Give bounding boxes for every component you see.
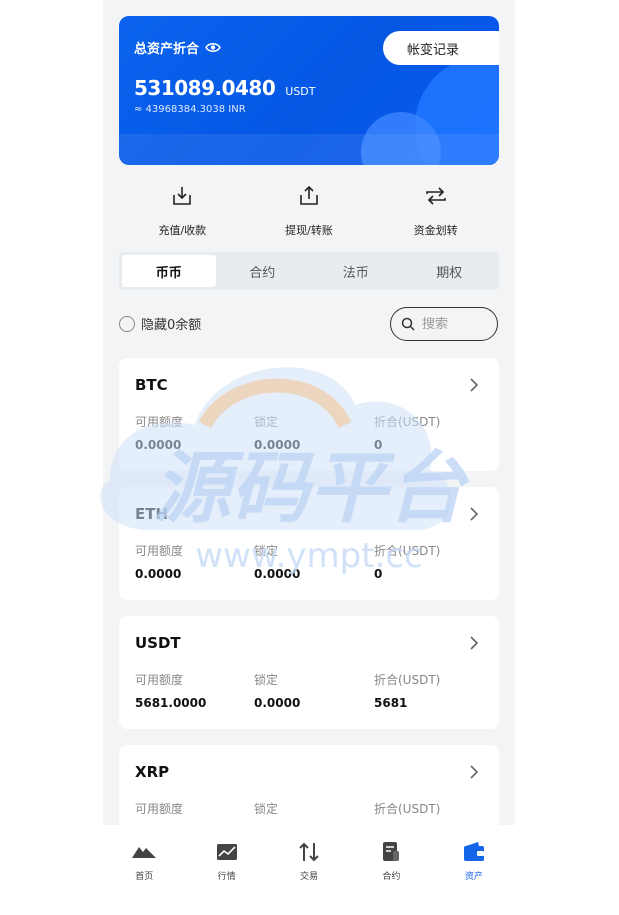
locked-value: 0.0000 xyxy=(254,438,301,452)
download-icon xyxy=(173,187,192,205)
deposit-action[interactable]: 充值/收款 xyxy=(127,180,237,240)
available-value: 0.0000 xyxy=(135,438,182,452)
amount-unit: USDT xyxy=(285,85,316,98)
asset-title-label: 总资产折合 xyxy=(134,42,200,57)
transfer-label: 资金划转 xyxy=(413,224,458,237)
tab-contract[interactable]: 合约 xyxy=(216,255,310,287)
locked-column: 锁定 0.0000 xyxy=(254,671,300,710)
eye-icon[interactable] xyxy=(205,42,221,53)
swap-icon xyxy=(299,842,319,862)
nav-trade[interactable]: 交易 xyxy=(268,825,350,915)
available-column: 可用额度 xyxy=(135,800,183,825)
available-column: 可用额度 0.0000 xyxy=(135,413,183,452)
chevron-right-icon[interactable] xyxy=(468,378,480,392)
coin-card-btc[interactable]: BTC 可用额度 0.0000 锁定 0.0000 折合(USDT) 0 xyxy=(119,358,499,471)
transaction-record-button[interactable]: 帐变记录 xyxy=(383,31,499,65)
quick-actions: 充值/收款 提现/转账 资金划转 xyxy=(119,180,499,240)
chevron-right-icon[interactable] xyxy=(468,507,480,521)
nav-assets[interactable]: 资产 xyxy=(433,825,515,915)
locked-column: 锁定 0.0000 xyxy=(254,413,300,452)
locked-label: 锁定 xyxy=(254,415,279,429)
locked-column: 锁定 xyxy=(254,800,278,825)
nav-market-label: 行情 xyxy=(217,872,236,882)
usdt-value: 0 xyxy=(374,567,383,581)
bottom-navigation: 首页 行情 交易 合约 资产 xyxy=(103,825,515,915)
tab-options[interactable]: 期权 xyxy=(403,255,497,287)
withdraw-action[interactable]: 提现/转账 xyxy=(254,180,364,240)
card-decoration xyxy=(119,134,499,165)
usdt-value-column: 折合(USDT) 5681 xyxy=(374,671,440,710)
hide-zero-label: 隐藏0余额 xyxy=(141,318,202,333)
available-label: 可用额度 xyxy=(135,673,184,687)
usdt-value-column: 折合(USDT) 0 xyxy=(374,542,440,581)
coin-name: XRP xyxy=(135,763,170,781)
usdt-value-column: 折合(USDT) 0 xyxy=(374,413,440,452)
tab-fiat[interactable]: 法币 xyxy=(309,255,403,287)
coin-name: BTC xyxy=(135,376,168,394)
locked-column: 锁定 0.0000 xyxy=(254,542,300,581)
mountain-icon xyxy=(132,847,157,858)
hide-zero-toggle[interactable]: 隐藏0余额 xyxy=(119,314,201,333)
available-value: 5681.0000 xyxy=(135,696,207,710)
nav-trade-label: 交易 xyxy=(300,872,319,882)
asset-card: 总资产折合 531089.0480 USDT ≈ 43968384.3038 I… xyxy=(119,16,499,165)
search-box[interactable] xyxy=(390,307,498,341)
upload-icon xyxy=(300,185,318,205)
available-label: 可用额度 xyxy=(135,544,184,558)
wallet-icon xyxy=(463,842,484,861)
available-column: 可用额度 5681.0000 xyxy=(135,671,206,710)
hide-zero-radio[interactable] xyxy=(119,315,135,332)
deposit-label: 充值/收款 xyxy=(158,224,207,237)
nav-market[interactable]: 行情 xyxy=(185,825,267,915)
transfer-icon xyxy=(425,187,446,205)
locked-label: 锁定 xyxy=(254,673,279,687)
account-tabs: 币币 合约 法币 期权 xyxy=(119,252,499,290)
nav-contract-label: 合约 xyxy=(382,872,401,882)
document-icon xyxy=(383,842,400,861)
coin-name: ETH xyxy=(135,505,169,523)
nav-home-label: 首页 xyxy=(135,872,154,882)
usdt-value-label: 折合(USDT) xyxy=(374,802,441,816)
locked-value: 0.0000 xyxy=(254,696,301,710)
search-input[interactable] xyxy=(420,315,494,333)
available-column: 可用额度 0.0000 xyxy=(135,542,183,581)
usdt-value: 5681 xyxy=(374,696,408,710)
withdraw-label: 提现/转账 xyxy=(285,224,333,237)
available-label: 可用额度 xyxy=(135,802,184,816)
locked-label: 锁定 xyxy=(254,802,279,816)
locked-value: 0.0000 xyxy=(254,567,301,581)
chevron-right-icon[interactable] xyxy=(468,765,480,779)
chart-icon xyxy=(216,844,237,860)
inr-equivalent: ≈ 43968384.3038 INR xyxy=(134,104,246,115)
usdt-value-label: 折合(USDT) xyxy=(374,544,441,558)
asset-amount: 531089.0480 USDT xyxy=(134,76,316,100)
nav-contract[interactable]: 合约 xyxy=(350,825,432,915)
nav-home[interactable]: 首页 xyxy=(103,825,185,915)
chevron-right-icon[interactable] xyxy=(468,636,480,650)
transfer-action[interactable]: 资金划转 xyxy=(381,180,491,240)
nav-assets-label: 资产 xyxy=(464,872,483,882)
asset-title: 总资产折合 xyxy=(134,38,221,57)
usdt-value-column: 折合(USDT) xyxy=(374,800,440,825)
coin-card-usdt[interactable]: USDT 可用额度 5681.0000 锁定 0.0000 折合(USDT) 5681 xyxy=(119,616,499,729)
usdt-value-label: 折合(USDT) xyxy=(374,415,441,429)
total-amount: 531089.0480 xyxy=(134,76,276,100)
locked-label: 锁定 xyxy=(254,544,279,558)
usdt-value: 0 xyxy=(374,438,383,452)
search-icon xyxy=(401,317,415,331)
coin-card-eth[interactable]: ETH 可用额度 0.0000 锁定 0.0000 折合(USDT) 0 xyxy=(119,487,499,600)
available-value: 0.0000 xyxy=(135,567,182,581)
usdt-value-label: 折合(USDT) xyxy=(374,673,441,687)
tab-spot[interactable]: 币币 xyxy=(122,255,216,287)
coin-name: USDT xyxy=(135,634,181,652)
available-label: 可用额度 xyxy=(135,415,184,429)
phone-screen: 总资产折合 531089.0480 USDT ≈ 43968384.3038 I… xyxy=(103,0,515,915)
